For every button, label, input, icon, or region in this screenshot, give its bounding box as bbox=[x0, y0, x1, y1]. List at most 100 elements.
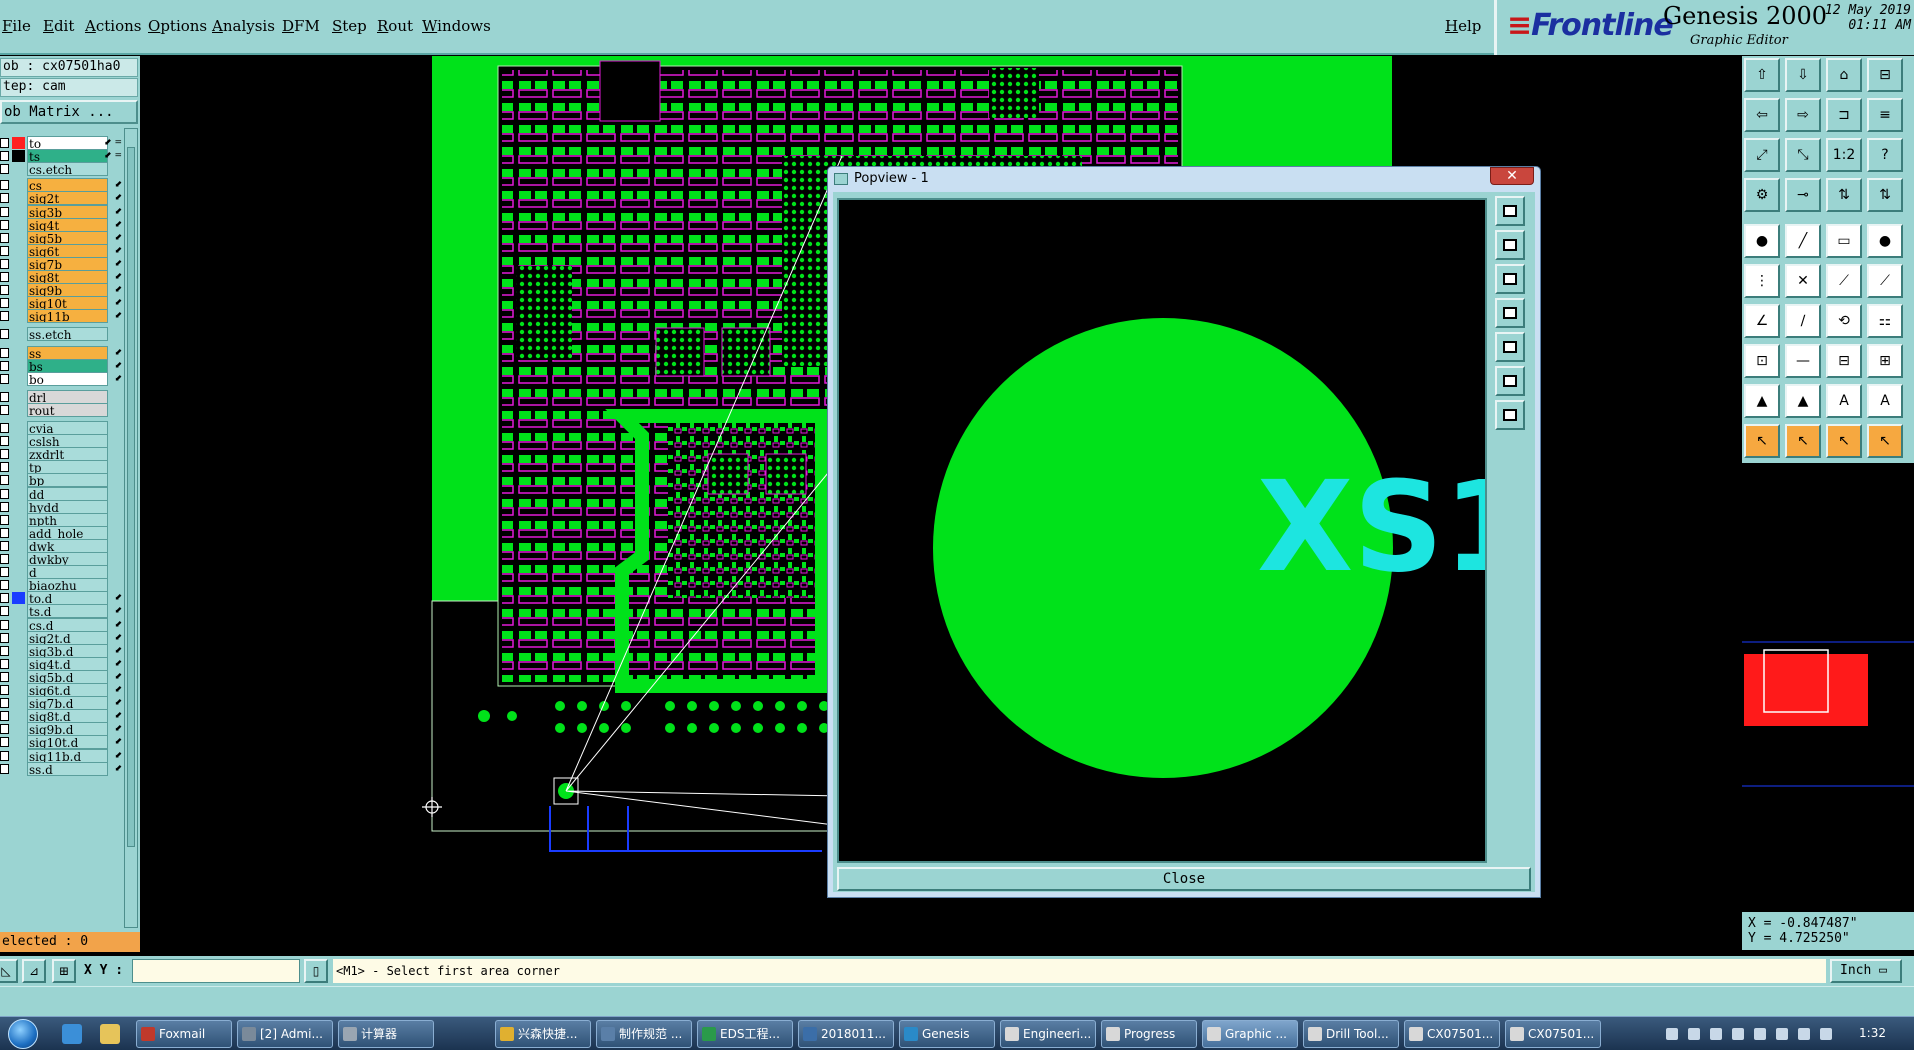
popview-graphic[interactable]: XS1 bbox=[837, 198, 1487, 863]
layer-name[interactable]: sig5b bbox=[27, 230, 108, 245]
job-matrix-button[interactable]: ob Matrix ... bbox=[0, 100, 138, 124]
shrink-icon[interactable] bbox=[1495, 400, 1525, 430]
taskbar-item[interactable]: CX07501... bbox=[1505, 1020, 1601, 1048]
layer-name[interactable]: ss bbox=[27, 345, 108, 360]
tool-button-20-icon[interactable]: ● bbox=[1867, 224, 1903, 258]
taskbar-item[interactable]: Progress bbox=[1101, 1020, 1197, 1048]
layer-checkbox[interactable] bbox=[0, 404, 9, 415]
layer-row[interactable]: sig4t ⬋ bbox=[0, 217, 124, 232]
tool-button-29-icon[interactable]: ⊡ bbox=[1744, 344, 1780, 378]
menu-step[interactable]: Step bbox=[332, 17, 367, 35]
tool-button-12-icon[interactable]: ? bbox=[1867, 138, 1903, 172]
layer-row[interactable]: ss.d ⬋ bbox=[0, 761, 124, 776]
scrollbar-thumb[interactable] bbox=[127, 147, 135, 847]
layer-name[interactable]: cs.d bbox=[27, 617, 108, 632]
layer-row[interactable]: tp bbox=[0, 460, 124, 475]
layer-name[interactable]: sig7b bbox=[27, 256, 108, 271]
layer-name[interactable]: biaozhu bbox=[27, 578, 108, 593]
layer-row[interactable]: cs.d ⬋ bbox=[0, 617, 124, 632]
menu-actions[interactable]: Actions bbox=[85, 17, 141, 35]
layer-checkbox[interactable] bbox=[0, 698, 9, 709]
layer-checkbox[interactable] bbox=[0, 373, 9, 384]
tool-button-30-icon[interactable]: — bbox=[1785, 344, 1821, 378]
layer-checkbox[interactable] bbox=[0, 724, 9, 735]
xy-input[interactable] bbox=[132, 959, 300, 983]
layer-name[interactable]: dwk bbox=[27, 538, 108, 553]
menu-file[interactable]: File bbox=[2, 17, 31, 35]
layer-name[interactable]: tp bbox=[27, 460, 108, 475]
menu-rout[interactable]: Rout bbox=[377, 17, 413, 35]
layer-row[interactable]: dwkby bbox=[0, 552, 124, 566]
layer-name[interactable]: cs bbox=[27, 178, 108, 193]
flag-icon[interactable] bbox=[1798, 1028, 1810, 1040]
layer-name[interactable]: sig10t bbox=[27, 296, 108, 311]
layer-name[interactable]: drl bbox=[27, 389, 108, 404]
tool-button-26-icon[interactable]: ∕ bbox=[1785, 304, 1821, 338]
pan-right-icon[interactable] bbox=[1495, 332, 1525, 362]
tool-button-24-icon[interactable]: ⟋ bbox=[1867, 264, 1903, 298]
layer-checkbox[interactable] bbox=[0, 180, 9, 191]
tool-button-2-icon[interactable]: ⇩ bbox=[1785, 58, 1821, 92]
layer-row[interactable]: sig2t.d ⬋ bbox=[0, 630, 124, 645]
layer-row[interactable]: sig4t.d ⬋ bbox=[0, 656, 124, 671]
clock[interactable]: 1:32 bbox=[1859, 1026, 1886, 1040]
layer-checkbox[interactable] bbox=[0, 737, 9, 748]
layer-checkbox[interactable] bbox=[0, 258, 9, 269]
layer-checkbox[interactable] bbox=[0, 360, 9, 371]
layer-name[interactable]: bs bbox=[27, 358, 108, 373]
layer-checkbox[interactable] bbox=[0, 580, 9, 591]
layer-row[interactable]: sig8t ⬋ bbox=[0, 270, 124, 284]
layer-checkbox[interactable] bbox=[0, 685, 9, 695]
speaker-icon[interactable] bbox=[1820, 1028, 1832, 1040]
menu-windows[interactable]: Windows bbox=[422, 17, 491, 35]
layer-checkbox[interactable] bbox=[0, 488, 9, 499]
layer-checkbox[interactable] bbox=[0, 475, 9, 486]
layer-row[interactable]: add_hole bbox=[0, 525, 124, 540]
tool-button-32-icon[interactable]: ⊞ bbox=[1867, 344, 1903, 378]
menu-options[interactable]: Options bbox=[148, 17, 207, 35]
menu-analysis[interactable]: Analysis bbox=[212, 17, 275, 35]
layer-name[interactable]: hydd bbox=[27, 499, 108, 514]
layer-row[interactable]: cslsh bbox=[0, 434, 124, 449]
shield-icon[interactable] bbox=[1710, 1028, 1722, 1040]
layer-name[interactable]: sig9b.d bbox=[27, 722, 108, 737]
layer-row[interactable]: ts.d ⬋ bbox=[0, 604, 124, 619]
taskbar-item[interactable]: Foxmail bbox=[136, 1020, 232, 1048]
layer-checkbox[interactable] bbox=[0, 763, 9, 774]
taskbar-item[interactable]: 制作规范 ... bbox=[596, 1020, 692, 1048]
tool-button-3-icon[interactable]: ⌂ bbox=[1826, 58, 1862, 92]
layer-checkbox[interactable] bbox=[0, 138, 9, 148]
layer-checkbox[interactable] bbox=[0, 245, 9, 256]
layer-checkbox[interactable] bbox=[0, 540, 9, 551]
layer-row[interactable]: to.d ⬋ bbox=[0, 591, 124, 606]
layer-name[interactable]: sig2t.d bbox=[27, 630, 108, 645]
layer-name[interactable]: sig11b bbox=[27, 309, 108, 324]
tool-button-13-icon[interactable]: ⚙ bbox=[1744, 178, 1780, 212]
layer-checkbox[interactable] bbox=[0, 193, 9, 204]
info-icon[interactable]: ▯ bbox=[304, 959, 328, 983]
tool-button-39-icon[interactable]: ↖ bbox=[1826, 424, 1862, 458]
layer-name[interactable]: add_hole bbox=[27, 525, 108, 540]
tool-button-40-icon[interactable]: ↖ bbox=[1867, 424, 1903, 458]
layer-name[interactable]: sig8t.d bbox=[27, 709, 108, 724]
units-select[interactable]: Inch ▭ bbox=[1830, 959, 1902, 983]
tool-button-28-icon[interactable]: ⚏ bbox=[1867, 304, 1903, 338]
tool-button-38-icon[interactable]: ↖ bbox=[1785, 424, 1821, 458]
tool-button-19-icon[interactable]: ▭ bbox=[1826, 224, 1862, 258]
layer-checkbox[interactable] bbox=[0, 449, 9, 460]
tool-button-22-icon[interactable]: ✕ bbox=[1785, 264, 1821, 298]
layer-name[interactable]: sig2t bbox=[27, 191, 108, 206]
layer-checkbox[interactable] bbox=[0, 298, 9, 309]
layer-checkbox[interactable] bbox=[0, 711, 9, 722]
tool-button-35-icon[interactable]: A bbox=[1826, 384, 1862, 418]
layer-checkbox[interactable] bbox=[0, 619, 9, 630]
layer-name[interactable]: ss.etch bbox=[27, 327, 108, 342]
tool-button-4-icon[interactable]: ⊟ bbox=[1867, 58, 1903, 92]
layer-name[interactable]: sig9b bbox=[27, 283, 108, 298]
layer-row[interactable]: rout bbox=[0, 402, 124, 417]
tool-button-17-icon[interactable]: ● bbox=[1744, 224, 1780, 258]
layer-checkbox[interactable] bbox=[0, 593, 9, 604]
layer-checkbox[interactable] bbox=[0, 658, 9, 669]
tool-button-18-icon[interactable]: ╱ bbox=[1785, 224, 1821, 258]
layer-row[interactable]: sig10t ⬋ bbox=[0, 296, 124, 311]
